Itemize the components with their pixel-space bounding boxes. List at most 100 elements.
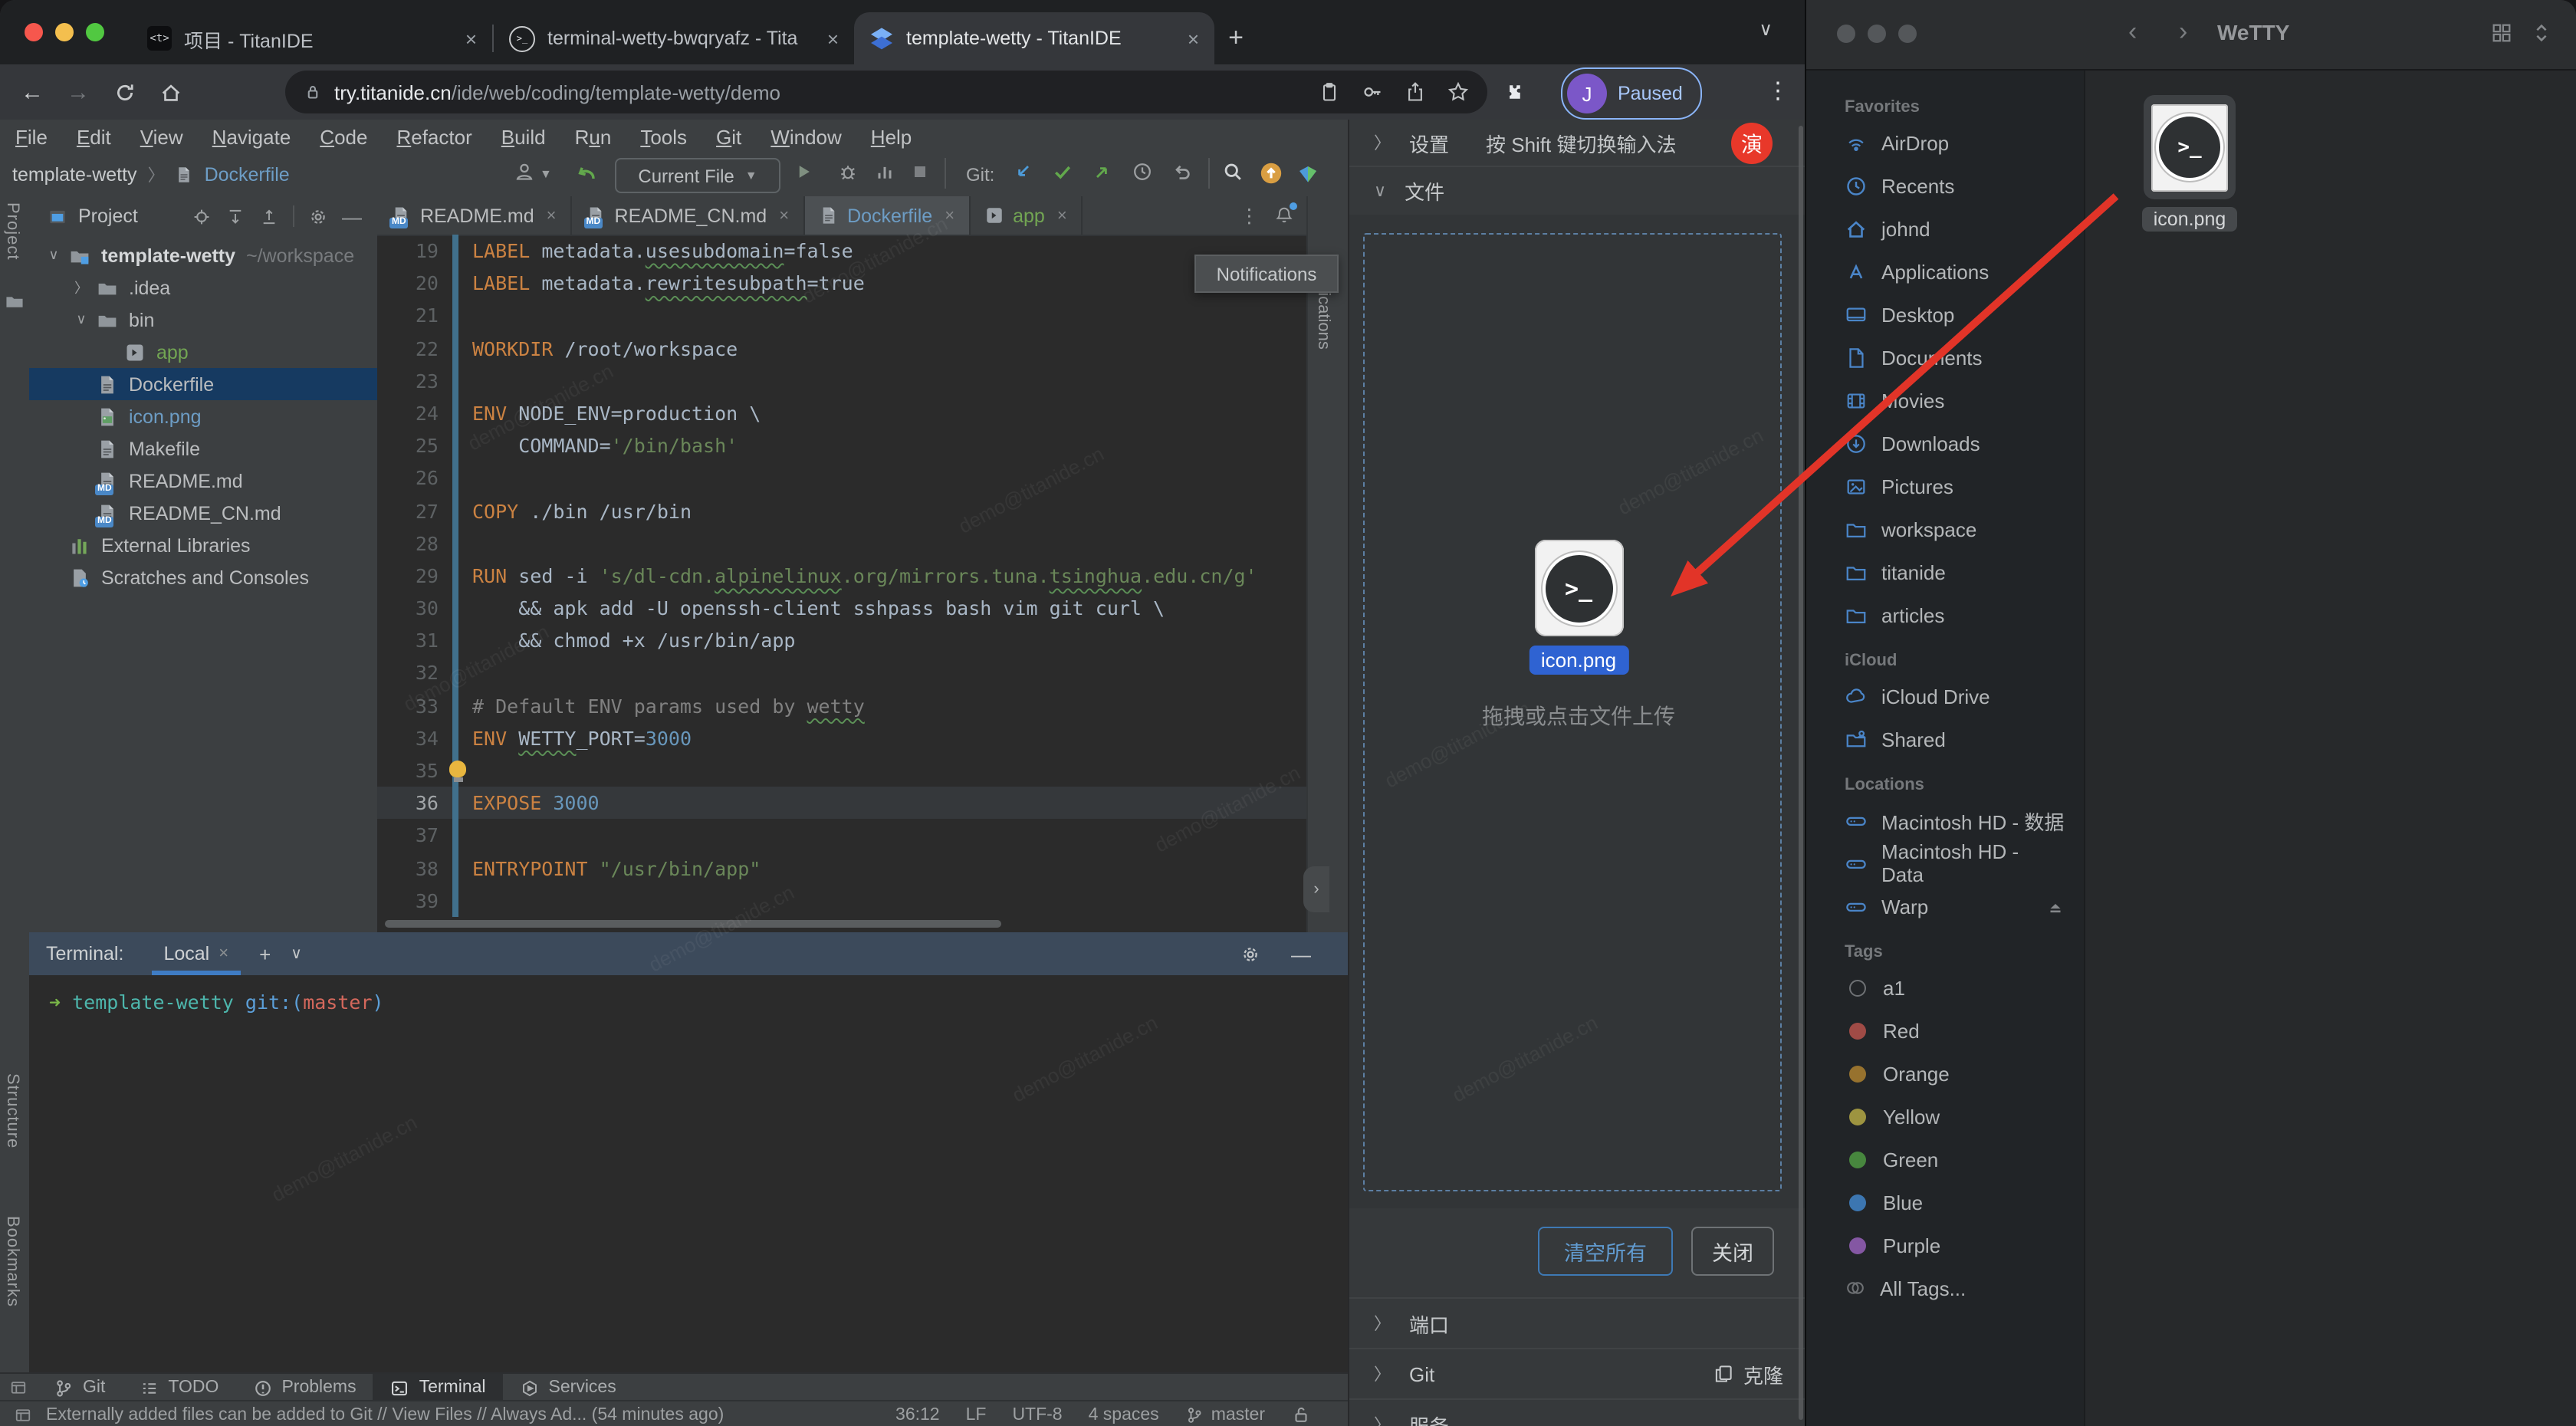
editor-tab-readme_cn.md[interactable]: README_CN.md× — [572, 196, 805, 235]
line-number[interactable]: 34 — [377, 722, 452, 754]
close-button[interactable]: 关闭 — [1691, 1227, 1774, 1276]
user-icon[interactable] — [514, 161, 535, 182]
back-icon[interactable]: ← — [9, 79, 55, 105]
sidebar-item-blue[interactable]: Blue — [1806, 1181, 2084, 1224]
line-number[interactable]: 38 — [377, 852, 452, 884]
forward-icon[interactable]: → — [55, 79, 101, 105]
traffic-minimize-button[interactable] — [55, 23, 74, 41]
upload-zone[interactable]: >_ icon.png 拖拽或点击文件上传 — [1349, 215, 1806, 1208]
files-section-row[interactable]: ∨ 文件 — [1349, 166, 1806, 213]
menu-refactor[interactable]: Refactor — [396, 125, 472, 148]
tab-close-icon[interactable]: × — [779, 206, 789, 225]
tool-button-todo[interactable]: TODO — [122, 1374, 235, 1401]
tab-close-icon[interactable]: × — [547, 206, 557, 225]
project-item-bin[interactable]: ∨bin — [29, 304, 377, 336]
traffic-zoom-button[interactable] — [86, 23, 104, 41]
stripe-structure-label[interactable]: Structure — [3, 1073, 21, 1148]
expand-all-icon[interactable] — [225, 206, 245, 226]
sidebar-item-johnd[interactable]: johnd — [1806, 207, 2084, 250]
browser-tab-1[interactable]: <t>项目 - TitanIDE× — [132, 12, 492, 64]
line-number[interactable]: 19 — [377, 235, 452, 267]
sidebar-item-red[interactable]: Red — [1806, 1009, 2084, 1052]
tab-close-icon[interactable]: × — [1057, 206, 1067, 225]
collapse-all-icon[interactable] — [259, 206, 279, 226]
coverage-button[interactable] — [874, 161, 895, 182]
view-grid-icon[interactable] — [2490, 21, 2513, 44]
line-number[interactable]: 25 — [377, 429, 452, 462]
sidebar-item-titanide[interactable]: titanide — [1806, 550, 2084, 593]
hide-panel-icon[interactable]: — — [342, 205, 362, 228]
project-item-template-wetty[interactable]: ∨template-wetty~/workspace — [29, 239, 377, 271]
notifications-bell-icon[interactable] — [1274, 205, 1294, 225]
sidebar-item-macintosh-hd-[interactable]: Macintosh HD - 数据 — [1806, 799, 2084, 842]
project-item-.idea[interactable]: 〉.idea — [29, 271, 377, 304]
panel-row-服务[interactable]: 〉服务 — [1349, 1398, 1806, 1426]
terminal-settings-icon[interactable] — [1240, 944, 1260, 964]
clear-all-button[interactable]: 清空所有 — [1538, 1227, 1673, 1276]
readonly-lock-icon[interactable] — [1291, 1405, 1311, 1424]
line-number[interactable]: 29 — [377, 560, 452, 592]
line-number[interactable]: 36 — [377, 787, 452, 819]
uploaded-file-name[interactable]: icon.png — [1529, 646, 1628, 675]
sidebar-item-downloads[interactable]: Downloads — [1806, 422, 2084, 465]
sidebar-item-warp[interactable]: Warp — [1806, 885, 2084, 928]
finder-minimize-button[interactable] — [1868, 25, 1886, 43]
panel-row-git[interactable]: 〉Git克隆 — [1349, 1348, 1806, 1398]
tree-chevron-icon[interactable]: 〉 — [72, 278, 90, 297]
breadcrumb-project[interactable]: template-wetty — [12, 164, 137, 186]
browser-tab-3[interactable]: template-wetty - TitanIDE× — [854, 12, 1214, 64]
sidebar-item-desktop[interactable]: Desktop — [1806, 293, 2084, 336]
editor-tab-dockerfile[interactable]: Dockerfile× — [804, 196, 970, 235]
line-number[interactable]: 20 — [377, 267, 452, 299]
project-item-makefile[interactable]: Makefile — [29, 432, 377, 465]
menu-window[interactable]: Window — [770, 125, 842, 148]
intention-bulb-icon[interactable] — [449, 761, 466, 777]
line-number[interactable]: 26 — [377, 462, 452, 495]
password-key-icon[interactable] — [1362, 81, 1383, 103]
line-number[interactable]: 21 — [377, 300, 452, 332]
panel-row-端口[interactable]: 〉端口 — [1349, 1297, 1806, 1348]
tool-windows-icon[interactable] — [0, 1378, 37, 1397]
project-item-external-libraries[interactable]: External Libraries — [29, 529, 377, 561]
reload-icon[interactable] — [101, 80, 147, 104]
home-icon[interactable] — [147, 80, 193, 104]
line-number[interactable]: 33 — [377, 689, 452, 721]
stripe-bookmarks-label[interactable]: Bookmarks — [3, 1216, 21, 1307]
line-number[interactable]: 23 — [377, 365, 452, 397]
code-viewport[interactable]: 19LABEL metadata.usesubdomain=false20LAB… — [377, 235, 1306, 917]
line-number[interactable]: 30 — [377, 592, 452, 624]
sidebar-item-recents[interactable]: Recents — [1806, 164, 2084, 207]
sidebar-item-movies[interactable]: Movies — [1806, 379, 2084, 422]
share-icon[interactable] — [1405, 81, 1426, 103]
uploaded-file-thumbnail[interactable]: >_ — [1534, 540, 1623, 636]
line-number[interactable]: 39 — [377, 885, 452, 917]
project-item-readme-cn.md[interactable]: README_CN.md — [29, 497, 377, 529]
eject-icon[interactable] — [2045, 896, 2065, 916]
menu-code[interactable]: Code — [320, 125, 367, 148]
finder-close-button[interactable] — [1837, 25, 1855, 43]
run-button[interactable] — [793, 161, 814, 182]
project-item-app[interactable]: app — [29, 336, 377, 368]
sidebar-item-orange[interactable]: Orange — [1806, 1052, 2084, 1095]
finder-forward-icon[interactable]: › — [2179, 17, 2187, 48]
editor-tab-readme.md[interactable]: README.md× — [377, 196, 572, 235]
project-item-scratches-and-consoles[interactable]: Scratches and Consoles — [29, 561, 377, 593]
sidebar-item-documents[interactable]: Documents — [1806, 336, 2084, 379]
caret-position[interactable]: 36:12 — [895, 1405, 940, 1424]
finder-file-icon-png[interactable]: >_ — [2144, 95, 2236, 199]
menu-build[interactable]: Build — [501, 125, 546, 148]
finder-back-icon[interactable]: ‹ — [2128, 17, 2137, 48]
bookmark-star-icon[interactable] — [1447, 81, 1469, 103]
run-config-select[interactable]: Current File ▼ — [615, 158, 780, 193]
menu-run[interactable]: Run — [575, 125, 612, 148]
editor-tab-app[interactable]: app× — [970, 196, 1083, 235]
git-push-icon[interactable] — [1092, 161, 1113, 182]
menu-git[interactable]: Git — [716, 125, 741, 148]
line-number[interactable]: 35 — [377, 754, 452, 787]
project-item-dockerfile[interactable]: Dockerfile — [29, 368, 377, 400]
terminal-output[interactable]: ➜ template-wetty git:(master) — [29, 975, 1348, 1014]
folder-icon[interactable] — [5, 291, 25, 311]
clipboard-icon[interactable] — [1319, 81, 1340, 103]
git-commit-icon[interactable] — [1052, 161, 1073, 182]
sidebar-item-purple[interactable]: Purple — [1806, 1224, 2084, 1267]
